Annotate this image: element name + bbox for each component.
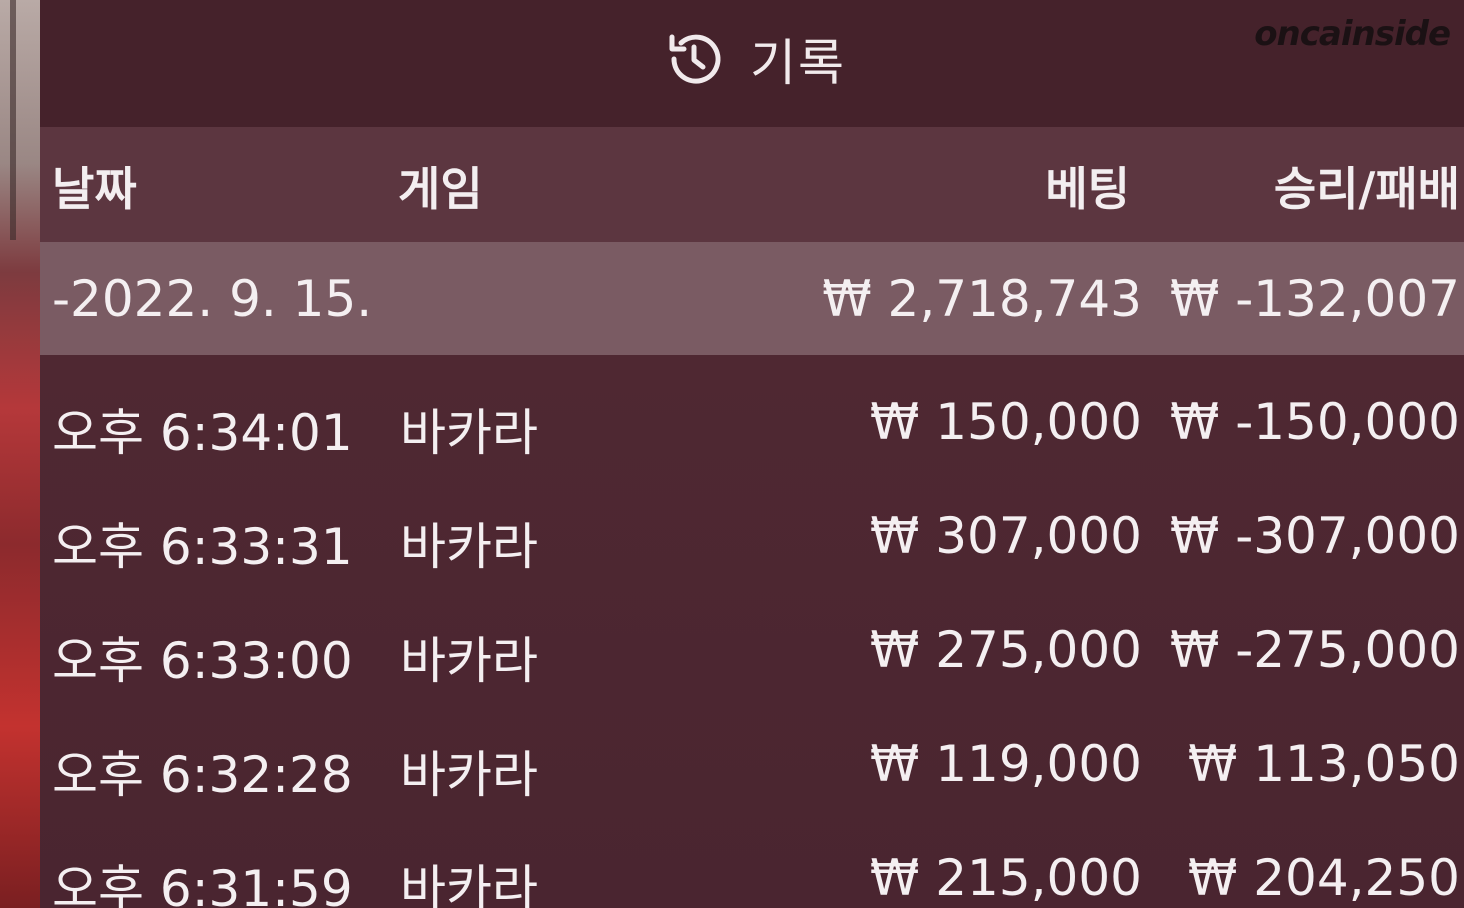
row-game: 바카라	[400, 632, 538, 690]
column-header-result: 승리/패배	[1273, 162, 1460, 216]
title-text: 기록	[750, 34, 846, 92]
row-result: ₩ -275,000	[1169, 621, 1460, 679]
table-row[interactable]: 오후 6:33:00 바카라 ₩ 275,000 ₩ -275,000	[40, 593, 1464, 706]
history-panel: 기록 날짜 게임 베팅 승리/패배 -2022. 9. 15. ₩ 2,718,…	[40, 0, 1464, 908]
column-header-date: 날짜	[52, 162, 137, 216]
row-game: 바카라	[400, 518, 538, 576]
title-bar: 기록	[40, 0, 1464, 127]
row-bet: ₩ 119,000	[869, 735, 1142, 793]
summary-row[interactable]: -2022. 9. 15. ₩ 2,718,743 ₩ -132,007	[40, 242, 1464, 355]
row-result: ₩ 204,250	[1187, 849, 1460, 907]
table-row[interactable]: 오후 6:33:31 바카라 ₩ 307,000 ₩ -307,000	[40, 479, 1464, 592]
table-row[interactable]: 오후 6:32:28 바카라 ₩ 119,000 ₩ 113,050	[40, 707, 1464, 820]
background-scene	[0, 0, 40, 908]
row-bet: ₩ 275,000	[869, 621, 1142, 679]
summary-bet: ₩ 2,718,743	[822, 270, 1142, 328]
summary-date: -2022. 9. 15.	[52, 270, 373, 328]
row-game: 바카라	[400, 860, 538, 908]
row-result: ₩ 113,050	[1187, 735, 1460, 793]
summary-result: ₩ -132,007	[1169, 270, 1460, 328]
row-bet: ₩ 307,000	[869, 507, 1142, 565]
column-header-game: 게임	[398, 162, 483, 216]
column-header-bet: 베팅	[1045, 162, 1130, 216]
panel-title: 기록	[662, 24, 846, 94]
history-icon	[662, 27, 726, 91]
column-header-row: 날짜 게임 베팅 승리/패배	[40, 127, 1464, 242]
row-game: 바카라	[400, 404, 538, 462]
row-time: 오후 6:33:31	[52, 518, 353, 576]
row-bet: ₩ 150,000	[869, 393, 1142, 451]
screen: 기록 날짜 게임 베팅 승리/패배 -2022. 9. 15. ₩ 2,718,…	[0, 0, 1464, 908]
row-game: 바카라	[400, 746, 538, 804]
row-time: 오후 6:33:00	[52, 632, 353, 690]
row-bet: ₩ 215,000	[869, 849, 1142, 907]
row-result: ₩ -307,000	[1169, 507, 1460, 565]
row-time: 오후 6:31:59	[52, 860, 353, 908]
table-row[interactable]: 오후 6:31:59 바카라 ₩ 215,000 ₩ 204,250	[40, 821, 1464, 908]
watermark-logo: oncainside	[1254, 14, 1451, 54]
row-time: 오후 6:32:28	[52, 746, 353, 804]
table-row[interactable]: 오후 6:34:01 바카라 ₩ 150,000 ₩ -150,000	[40, 365, 1464, 478]
row-time: 오후 6:34:01	[52, 404, 353, 462]
row-result: ₩ -150,000	[1169, 393, 1460, 451]
